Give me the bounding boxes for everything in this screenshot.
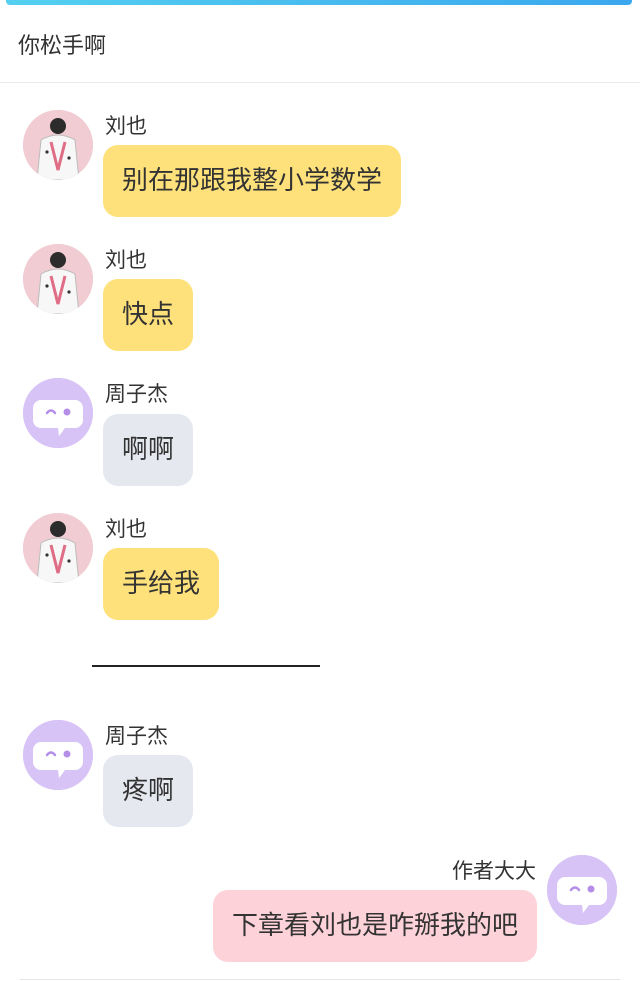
divider [0, 82, 640, 83]
message-bubble[interactable]: 别在那跟我整小学数学 [103, 145, 402, 217]
previous-message-text: 你松手啊 [18, 34, 107, 59]
top-accent-bar [6, 0, 632, 5]
sender-name: 作者大大 [452, 859, 536, 883]
person-photo-icon [23, 244, 93, 314]
sender-name: 刘也 [105, 114, 147, 138]
sender-name: 周子杰 [105, 382, 168, 406]
avatar[interactable] [23, 378, 93, 448]
avatar[interactable] [23, 720, 93, 790]
person-photo-icon [23, 513, 93, 583]
avatar[interactable] [547, 855, 617, 925]
sender-name: 刘也 [105, 517, 147, 541]
avatar[interactable] [23, 244, 93, 314]
bot-face-icon [23, 720, 93, 790]
divider [20, 979, 620, 980]
message-bubble[interactable]: 快点 [103, 279, 194, 351]
sender-name: 周子杰 [105, 724, 168, 748]
message-bubble[interactable]: 下章看刘也是咋掰我的吧 [212, 890, 537, 962]
sender-name: 刘也 [105, 248, 147, 272]
message-bubble[interactable]: 啊啊 [103, 414, 194, 486]
bot-face-icon [547, 855, 617, 925]
person-photo-icon [23, 110, 93, 180]
avatar[interactable] [23, 110, 93, 180]
bot-face-icon [23, 378, 93, 448]
message-bubble[interactable]: 疼啊 [103, 755, 194, 827]
message-bubble[interactable]: 手给我 [103, 548, 220, 620]
avatar[interactable] [23, 513, 93, 583]
separator-line [92, 665, 320, 667]
